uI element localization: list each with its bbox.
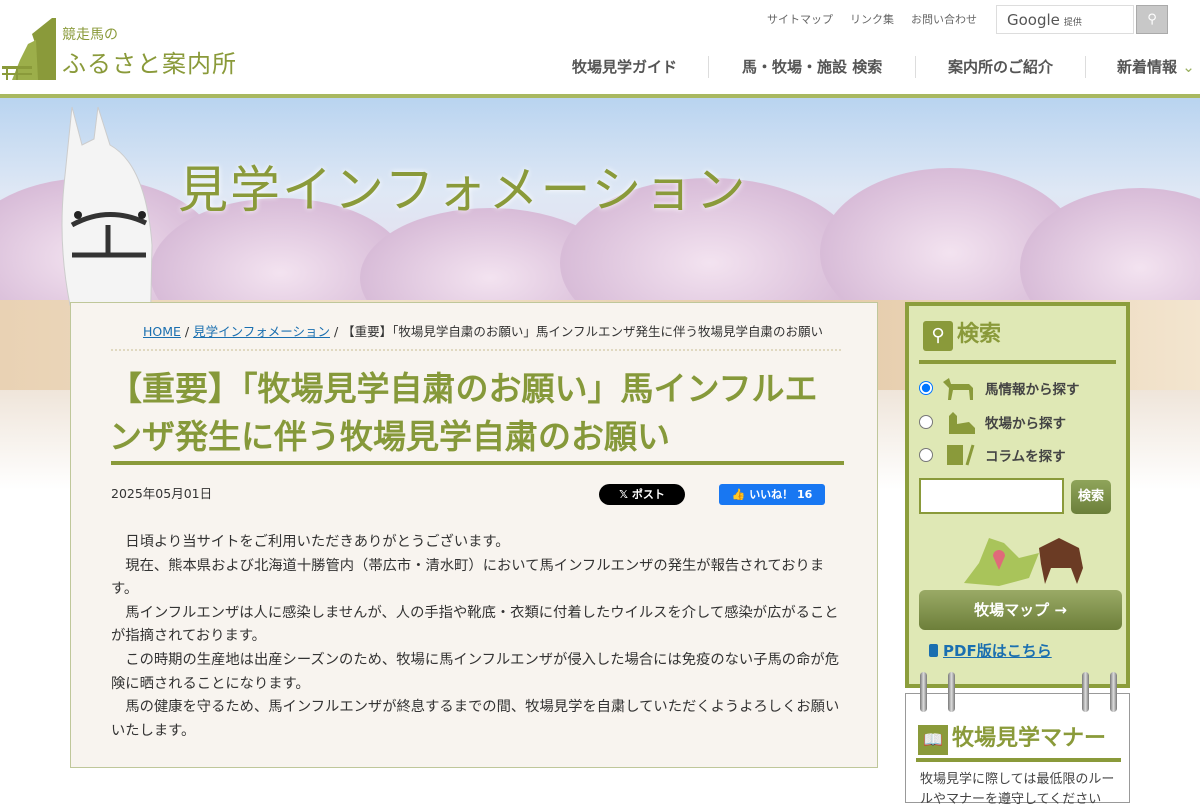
x-icon: 𝕏 (619, 488, 632, 501)
paragraph: 馬インフルエンザは人に感染しませんが、人の手指や靴底・衣類に付着したウイルスを介… (111, 604, 839, 645)
fb-like-label: いいね！ (749, 488, 794, 501)
google-brand: Google (1007, 11, 1060, 29)
paragraph: 現在、熊本県および北海道十勝管内（帯広市・清水町）において馬インフルエンザの発生… (111, 557, 825, 598)
note-pen-icon (947, 444, 975, 466)
manner-text: 牧場見学に際しては最低限のルールやマナーを遵守してください (920, 772, 1115, 807)
divider (111, 349, 841, 351)
links-link[interactable]: リンク集 (850, 11, 894, 27)
radio-column[interactable]: コラムを探す (919, 443, 1066, 467)
site-logo[interactable]: 競走馬の ふるさと案内所 (0, 14, 240, 84)
pdf-link-label: PDF版はこちら (943, 642, 1052, 660)
radio-column-input[interactable] (919, 448, 933, 462)
article-body: 日頃より当サイトをご利用いただきありがとうございます。 現在、熊本県および北海道… (111, 531, 851, 743)
nav-news-label: 新着情報 (1117, 58, 1178, 76)
article-title: 【重要】「牧場見学自粛のお願い」馬インフルエンザ発生に伴う牧場見学自粛のお願い (109, 369, 818, 456)
contact-link[interactable]: お問い合わせ (911, 11, 977, 27)
breadcrumb-section[interactable]: 見学インフォメーション (193, 324, 330, 339)
sitemap-link[interactable]: サイトマップ (767, 11, 833, 27)
search-icon: ⚲ (1147, 12, 1157, 27)
fb-like-count: 16 (797, 488, 813, 501)
farm-icon (949, 412, 975, 434)
sidebar-search-panel: ⚲ 検索 馬情報から探す 牧場から探す コラムを探す 検索 牧場マップ → PDF… (905, 302, 1130, 688)
google-suffix: 提供 (1063, 18, 1082, 28)
paragraph: 日頃より当サイトをご利用いただきありがとうございます。 (125, 534, 510, 550)
manner-heading-label: 牧場見学マナー (952, 726, 1107, 751)
radio-column-label: コラムを探す (985, 449, 1066, 465)
paragraph: この時期の生産地は出産シーズンのため、牧場に馬インフルエンザが侵入した場合には免… (111, 651, 839, 692)
farm-map-button[interactable]: 牧場マップ → (919, 590, 1122, 630)
title-underline (111, 461, 844, 465)
radio-horse-label: 馬情報から探す (985, 382, 1080, 398)
thumbs-up-icon: 👍 (731, 488, 750, 501)
pdf-link[interactable]: PDF版はこちら (929, 640, 1052, 661)
binder-ring (920, 672, 927, 712)
binder-ring (1082, 672, 1089, 712)
nav-divider (708, 56, 709, 78)
facebook-like-button[interactable]: 👍 いいね！ 16 (719, 484, 825, 505)
breadcrumb-home[interactable]: HOME (143, 324, 181, 339)
logo-title: ふるさと案内所 (62, 50, 237, 78)
site-search-button[interactable]: ⚲ (1136, 5, 1168, 34)
nav-divider (915, 56, 916, 78)
radio-farm[interactable]: 牧場から探す (919, 410, 1066, 434)
sidebar-search-button[interactable]: 検索 (1071, 480, 1111, 514)
nav-search[interactable]: 馬・牧場・施設 検索 (742, 56, 882, 77)
magnifier-icon: ⚲ (923, 321, 953, 351)
x-post-label: ポスト (631, 488, 665, 501)
article-panel: HOME / 見学インフォメーション / 【重要】「牧場見学自粛のお願い」馬イン… (70, 302, 878, 768)
chevron-down-icon: ⌄ (1182, 58, 1195, 76)
nav-news[interactable]: 新着情報 ⌄ (1117, 56, 1195, 77)
sidebar-search-input[interactable] (919, 478, 1064, 514)
hero-title: 見学インフォメーション (178, 161, 748, 219)
site-search-input[interactable]: Google 提供 (996, 5, 1134, 34)
nav-divider (1085, 56, 1086, 78)
logo-subtitle: 競走馬の (62, 27, 118, 43)
book-icon: 📖 (918, 725, 948, 755)
binder-ring (1110, 672, 1117, 712)
divider (916, 758, 1121, 762)
radio-farm-label: 牧場から探す (985, 416, 1066, 432)
article-date: 2025年05月01日 (111, 486, 213, 501)
x-post-button[interactable]: 𝕏 ポスト (599, 484, 685, 505)
hero-banner: 見学インフォメーション (0, 98, 1200, 308)
arrow-bullet-icon (929, 644, 938, 657)
breadcrumb-current: 【重要】「牧場見学自粛のお願い」馬インフルエンザ発生に伴う牧場見学自粛のお願い (342, 324, 824, 339)
radio-farm-input[interactable] (919, 415, 933, 429)
nav-about[interactable]: 案内所のご紹介 (948, 56, 1053, 77)
radio-horse-input[interactable] (919, 381, 933, 395)
radio-horse[interactable]: 馬情報から探す (919, 376, 1080, 400)
hokkaido-map-horses-image (964, 538, 1083, 586)
binder-ring (948, 672, 955, 712)
site-header: 競走馬の ふるさと案内所 サイトマップ リンク集 お問い合わせ Google 提供… (0, 0, 1200, 95)
search-heading: ⚲ 検索 (923, 316, 1001, 351)
breadcrumb: HOME / 見学インフォメーション / 【重要】「牧場見学自粛のお願い」馬イン… (143, 324, 824, 339)
logo-horse-gate-icon (2, 18, 56, 80)
divider (919, 360, 1116, 364)
nav-tour-guide[interactable]: 牧場見学ガイド (572, 56, 677, 77)
paragraph: 馬の健康を守るため、馬インフルエンザが終息するまでの間、牧場見学を自粛していただ… (111, 699, 840, 739)
manner-panel: 📖 牧場見学マナー 牧場見学に際しては最低限のルールやマナーを遵守してください (905, 672, 1130, 807)
search-heading-label: 検索 (957, 322, 1002, 347)
manner-heading: 📖 牧場見学マナー (918, 720, 1106, 755)
horse-icon (943, 378, 973, 400)
